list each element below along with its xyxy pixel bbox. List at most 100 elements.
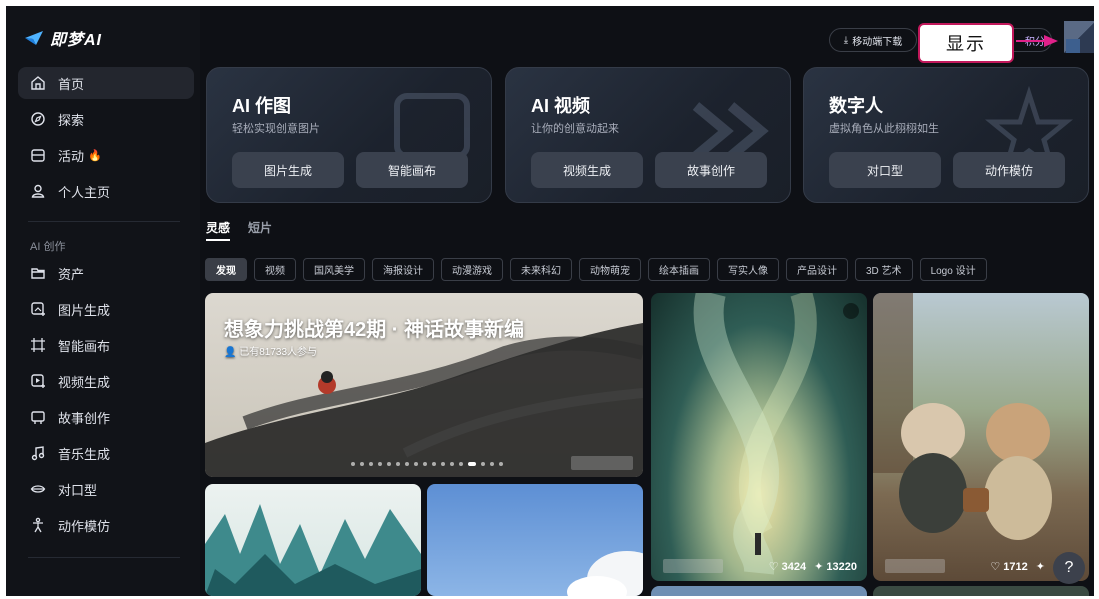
- sidebar-item-image-gen[interactable]: 图片生成: [18, 293, 194, 325]
- remake-count[interactable]: ✦ 13220: [814, 560, 857, 573]
- carousel-dot[interactable]: [378, 462, 382, 466]
- sidebar-item-explore[interactable]: 探索: [18, 103, 194, 135]
- carousel-dot[interactable]: [351, 462, 355, 466]
- banner-title: 想象力挑战第42期 · 神话故事新编: [224, 319, 525, 341]
- tooltip-text: 显示: [946, 34, 986, 55]
- chip-video[interactable]: 视频: [254, 258, 296, 281]
- gallery-tile-sky[interactable]: [427, 484, 643, 596]
- app-logo[interactable]: 即梦AI: [24, 26, 102, 50]
- carousel-dot[interactable]: [481, 462, 485, 466]
- carousel-dot[interactable]: [450, 462, 454, 466]
- folder-icon: [31, 268, 45, 279]
- help-button[interactable]: ?: [1053, 552, 1085, 584]
- card-title: AI 视频: [531, 96, 591, 116]
- card-subtitle: 虚拟角色从此栩栩如生: [829, 123, 939, 135]
- chip-pets[interactable]: 动物萌宠: [579, 258, 641, 281]
- carousel-dot[interactable]: [414, 462, 418, 466]
- carousel-dot-active[interactable]: [468, 462, 476, 466]
- sidebar-item-events[interactable]: 活动 🔥: [18, 139, 194, 171]
- carousel-dot[interactable]: [499, 462, 503, 466]
- chip-scifi[interactable]: 未来科幻: [510, 258, 572, 281]
- carousel-dot[interactable]: [441, 462, 445, 466]
- gallery-tile-cats[interactable]: ♡ 1712 ✦: [873, 293, 1089, 581]
- sidebar-item-story[interactable]: 故事创作: [18, 401, 194, 433]
- motion-icon: [33, 517, 43, 533]
- smart-canvas-button[interactable]: 智能画布: [356, 152, 468, 188]
- app-window: 即梦AI 首页 探索 活动 🔥 个人主页 AI 创作 资产 图片生成 智能画布 …: [6, 6, 1094, 596]
- story-create-button[interactable]: 故事创作: [655, 152, 767, 188]
- chip-poster[interactable]: 海报设计: [372, 258, 434, 281]
- lipsync-button[interactable]: 对口型: [829, 152, 941, 188]
- chip-picture-book[interactable]: 绘本插画: [648, 258, 710, 281]
- category-chips: 发现 视频 国风美学 海报设计 动漫游戏 未来科幻 动物萌宠 绘本插画 写实人像…: [205, 258, 987, 281]
- carousel-dot[interactable]: [396, 462, 400, 466]
- remake-icon[interactable]: ✦: [1036, 560, 1045, 573]
- gift-icon: [31, 149, 45, 162]
- chip-product[interactable]: 产品设计: [786, 258, 848, 281]
- sidebar-item-label: 对口型: [58, 482, 98, 498]
- like-count[interactable]: ♡ 1712: [990, 560, 1027, 573]
- sidebar-item-profile[interactable]: 个人主页: [18, 175, 194, 207]
- participants-text: 已有81733人参与: [239, 347, 318, 358]
- card-ai-video: AI 视频 让你的创意动起来 视频生成 故事创作: [505, 67, 791, 203]
- chip-3d-art[interactable]: 3D 艺术: [855, 258, 913, 281]
- motion-mimic-button[interactable]: 动作模仿: [953, 152, 1065, 188]
- tab-shorts[interactable]: 短片: [248, 219, 272, 236]
- gallery-tile-partial[interactable]: [873, 586, 1089, 596]
- mountains-image: [205, 504, 421, 596]
- gallery-tile-mountains[interactable]: [205, 484, 421, 596]
- sidebar-section-label: AI 创作: [30, 241, 66, 253]
- sidebar-divider: [28, 221, 180, 222]
- sidebar-item-label: 探索: [58, 112, 85, 128]
- sky-image: [567, 551, 643, 596]
- sidebar-item-label: 活动: [58, 148, 85, 164]
- sidebar-item-music[interactable]: 音乐生成: [18, 437, 194, 469]
- sidebar-item-label: 个人主页: [58, 184, 111, 200]
- avatar[interactable]: [1064, 21, 1094, 53]
- video-gen-button[interactable]: 视频生成: [531, 152, 643, 188]
- carousel-dot[interactable]: [432, 462, 436, 466]
- lipsync-icon: [30, 485, 46, 493]
- sidebar-item-label: 图片生成: [58, 302, 111, 318]
- home-icon: [31, 76, 45, 90]
- carousel-dot[interactable]: [423, 462, 427, 466]
- download-icon: ⤓: [843, 34, 849, 46]
- compass-icon: [31, 112, 45, 126]
- chip-guofeng[interactable]: 国风美学: [303, 258, 365, 281]
- image-gen-button[interactable]: 图片生成: [232, 152, 344, 188]
- carousel-dot[interactable]: [490, 462, 494, 466]
- carousel-dot[interactable]: [360, 462, 364, 466]
- gallery-tile-silk[interactable]: ♡ 3424 ✦ 13220: [651, 293, 867, 581]
- sidebar-item-label: 音乐生成: [58, 446, 111, 462]
- chip-logo[interactable]: Logo 设计: [919, 258, 987, 281]
- logo-text: 即梦AI: [50, 32, 103, 49]
- chip-anime[interactable]: 动漫游戏: [441, 258, 503, 281]
- card-subtitle: 让你的创意动起来: [531, 123, 619, 135]
- play-icon[interactable]: [843, 303, 859, 319]
- tile-stats: ♡ 1712 ✦: [990, 560, 1045, 573]
- tab-inspiration[interactable]: 灵感: [206, 219, 230, 236]
- sidebar-item-canvas[interactable]: 智能画布: [18, 329, 194, 361]
- sidebar-item-video-gen[interactable]: 视频生成: [18, 365, 194, 397]
- blurred-author: [885, 559, 945, 573]
- carousel-dot[interactable]: [369, 462, 373, 466]
- blurred-watermark: [571, 456, 633, 470]
- sidebar-item-motion[interactable]: 动作模仿: [18, 509, 194, 541]
- chip-portrait[interactable]: 写实人像: [717, 258, 779, 281]
- mobile-download-button[interactable]: ⤓ 移动端下载: [829, 28, 917, 52]
- card-digital-human: 数字人 虚拟角色从此栩栩如生 对口型 动作模仿: [803, 67, 1089, 203]
- fire-icon: 🔥: [88, 149, 102, 162]
- challenge-banner[interactable]: 想象力挑战第42期 · 神话故事新编 👤 已有81733人参与: [205, 293, 643, 477]
- gallery-tile-partial[interactable]: [651, 586, 867, 596]
- carousel-dot[interactable]: [387, 462, 391, 466]
- carousel-dot[interactable]: [405, 462, 409, 466]
- sidebar-item-assets[interactable]: 资产: [18, 257, 194, 289]
- sidebar-item-lipsync[interactable]: 对口型: [18, 473, 194, 505]
- carousel-dot[interactable]: [459, 462, 463, 466]
- banner-participants: 👤 已有81733人参与: [224, 343, 317, 358]
- sidebar-item-home[interactable]: 首页: [18, 67, 194, 99]
- sidebar-item-label: 故事创作: [58, 410, 111, 426]
- sidebar-divider: [28, 557, 180, 558]
- chip-discover[interactable]: 发现: [205, 258, 247, 281]
- like-count[interactable]: ♡ 3424: [769, 560, 806, 573]
